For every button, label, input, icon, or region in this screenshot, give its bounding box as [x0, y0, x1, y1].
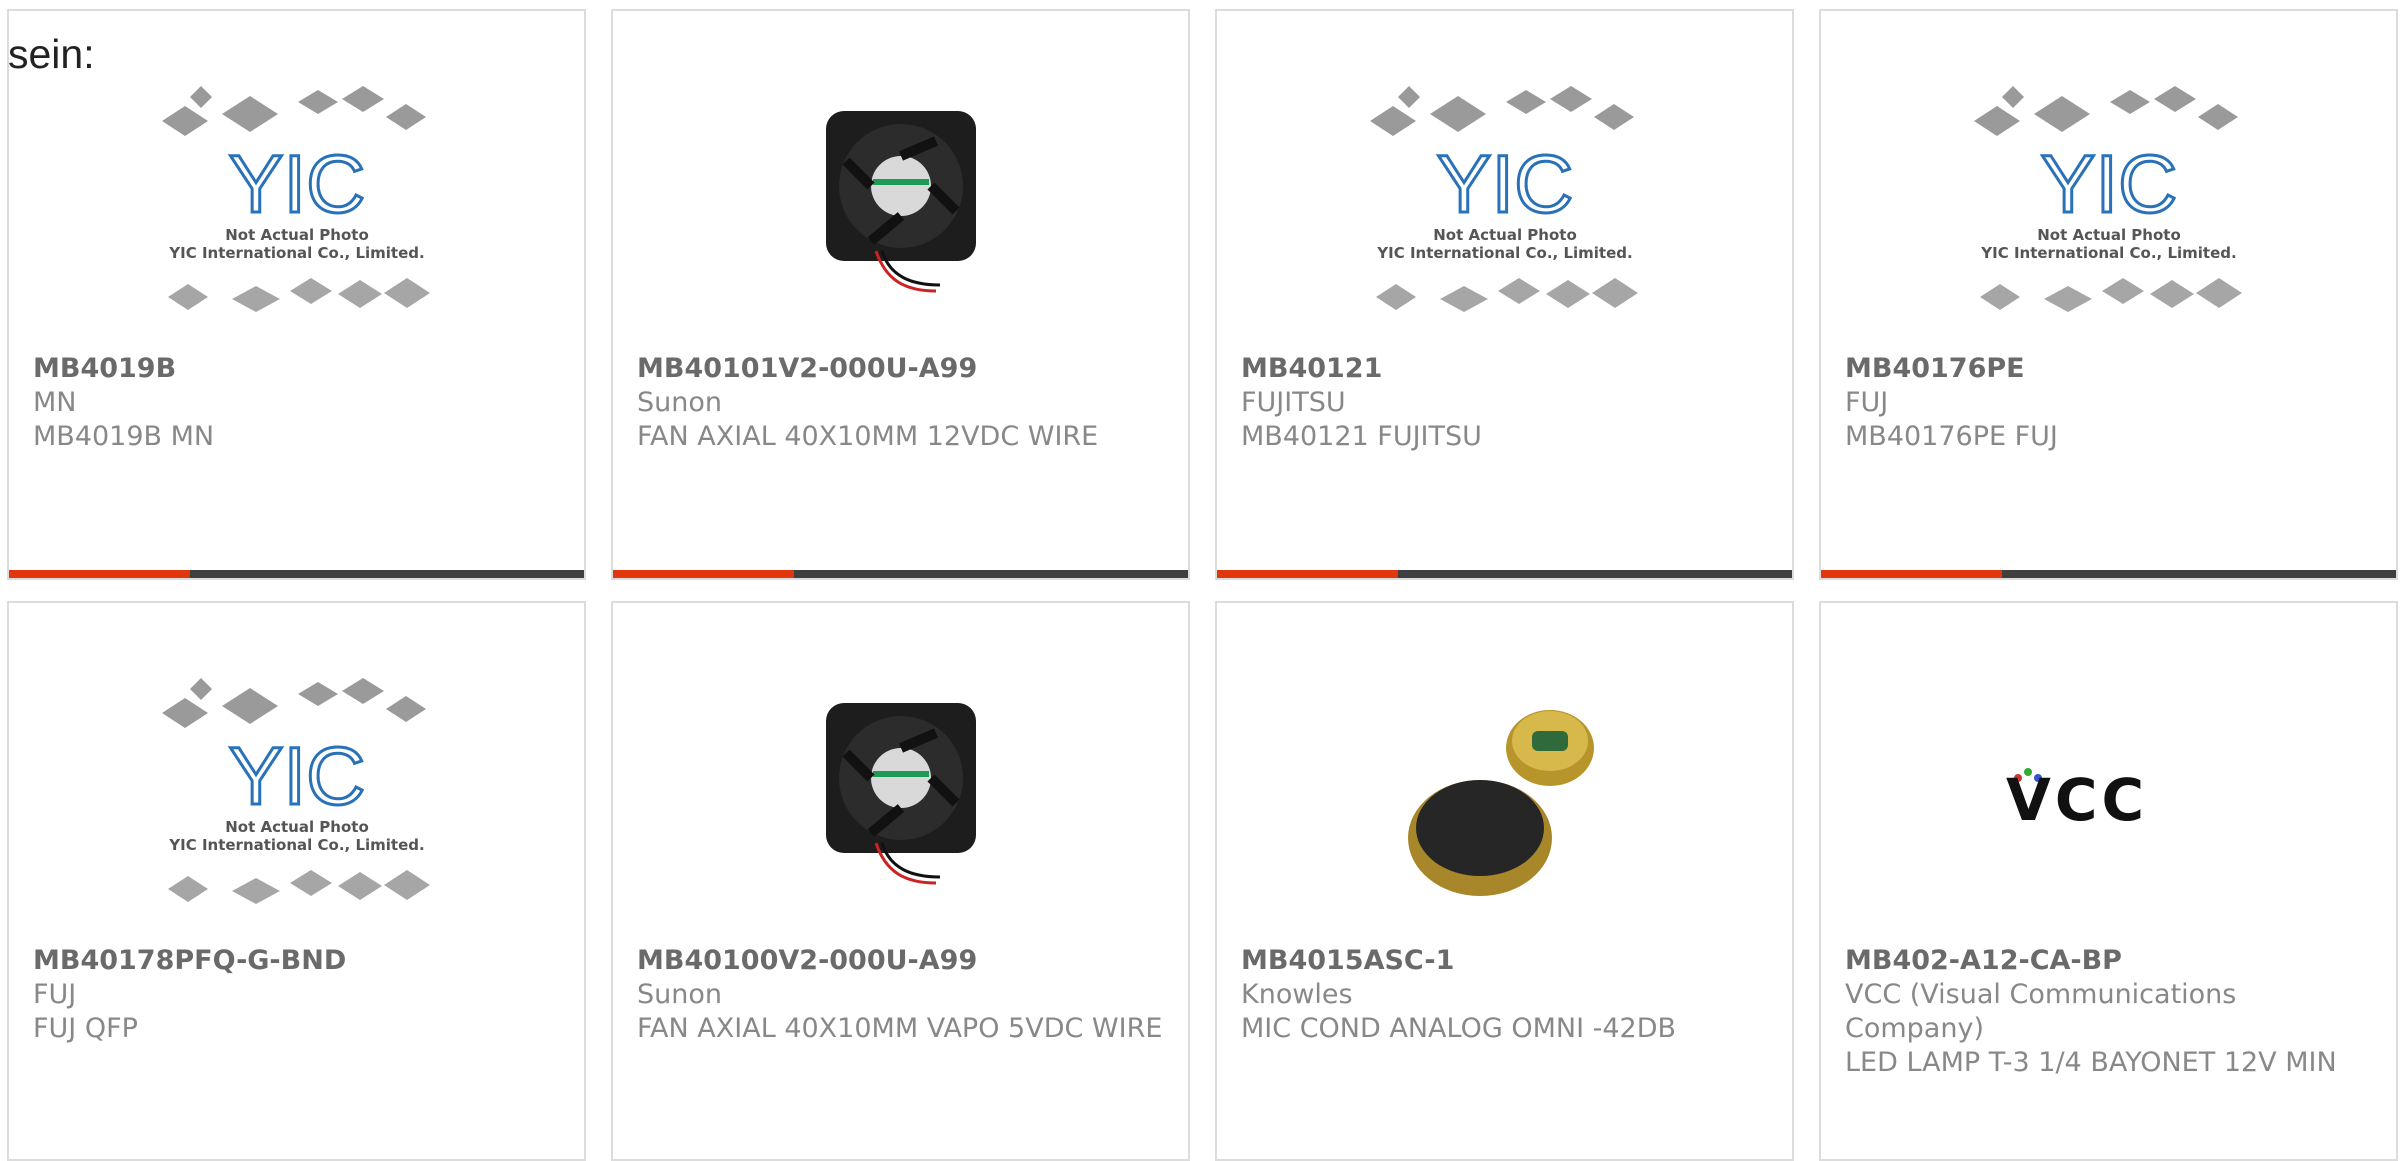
manufacturer: VCC (Visual Communications Company) — [1845, 979, 2237, 1044]
svg-text:YIC: YIC — [1436, 139, 1573, 230]
part-number[interactable]: MB402-A12-CA-BP — [1845, 944, 2372, 978]
part-number[interactable]: MB4019B — [33, 352, 560, 386]
description: LED LAMP T-3 1/4 BAYONET 12V MIN — [1845, 1047, 2337, 1078]
svg-text:YIC International Co., Limited: YIC International Co., Limited. — [168, 836, 424, 854]
description: FAN AXIAL 40X10MM 12VDC WIRE — [637, 421, 1099, 452]
description: MB40121 FUJITSU — [1241, 421, 1482, 452]
card-bar — [9, 570, 584, 578]
product-image[interactable]: YIC Not Actual Photo YIC International Co.… — [9, 61, 584, 351]
product-image[interactable]: YIC Not Actual Photo YIC International Co.… — [1217, 61, 1792, 351]
svg-text:Not Actual Photo: Not Actual Photo — [2037, 226, 2181, 244]
product-card[interactable]: YIC Not Actual Photo YIC International Co.… — [7, 601, 586, 1161]
svg-text:YIC International Co., Limited: YIC International Co., Limited. — [168, 244, 424, 262]
product-card[interactable]: YIC Not Actual Photo YIC International Co.… — [1819, 9, 2398, 580]
svg-text:Not Actual Photo: Not Actual Photo — [225, 226, 369, 244]
description: MB4019B MN — [33, 421, 215, 452]
description: MIC COND ANALOG OMNI -42DB — [1241, 1013, 1677, 1044]
card-bar — [613, 570, 1188, 578]
part-number[interactable]: MB40178PFQ-G-BND — [33, 944, 560, 978]
product-image[interactable]: VCC — [1821, 653, 2396, 943]
manufacturer: FUJ — [33, 979, 77, 1010]
manufacturer: Knowles — [1241, 979, 1353, 1010]
product-image[interactable] — [1217, 653, 1792, 943]
product-card[interactable]: VCC MB402-A12-CA-BP VCC (Visual Communic… — [1819, 601, 2398, 1161]
yic-placeholder-icon: YICNot Actual PhotoYIC International Co.… — [161, 86, 430, 312]
svg-text:YIC: YIC — [2040, 139, 2177, 230]
manufacturer: Sunon — [637, 387, 722, 418]
card-bar — [1217, 570, 1792, 578]
svg-text:Not Actual Photo: Not Actual Photo — [1433, 226, 1577, 244]
svg-text:VCC: VCC — [2006, 766, 2148, 834]
part-number[interactable]: MB40121 — [1241, 352, 1768, 386]
vcc-logo-icon: VCC — [2006, 766, 2148, 834]
product-image[interactable]: YIC Not Actual Photo YIC International Co.… — [9, 653, 584, 943]
product-card[interactable]: MB4015ASC-1 Knowles MIC COND ANALOG OMNI… — [1215, 601, 1794, 1161]
product-card[interactable]: YIC Not Actual Photo YIC International Co.… — [7, 9, 586, 580]
product-grid: YIC Not Actual Photo YIC International Co.… — [7, 9, 2400, 1161]
product-card[interactable]: MB40101V2-000U-A99 Sunon FAN AXIAL 40X10… — [611, 9, 1190, 580]
part-number[interactable]: MB40101V2-000U-A99 — [637, 352, 1164, 386]
yic-placeholder-icon: YICNot Actual PhotoYIC International Co.… — [1369, 86, 1638, 312]
product-card[interactable]: YIC Not Actual Photo YIC International Co.… — [1215, 9, 1794, 580]
lead-text: sein: — [8, 31, 95, 77]
yic-placeholder-icon: YICNot Actual PhotoYIC International Co.… — [161, 678, 430, 904]
manufacturer: Sunon — [637, 979, 722, 1010]
svg-text:Not Actual Photo: Not Actual Photo — [225, 818, 369, 836]
part-number[interactable]: MB4015ASC-1 — [1241, 944, 1768, 978]
product-image[interactable] — [613, 61, 1188, 351]
svg-text:YIC International Co., Limited: YIC International Co., Limited. — [1376, 244, 1632, 262]
fan-icon — [825, 111, 976, 293]
part-number[interactable]: MB40100V2-000U-A99 — [637, 944, 1164, 978]
product-image[interactable]: YIC Not Actual Photo YIC International Co.… — [1821, 61, 2396, 351]
svg-text:YIC International Co., Limited: YIC International Co., Limited. — [1980, 244, 2236, 262]
part-number[interactable]: MB40176PE — [1845, 352, 2372, 386]
card-bar — [1821, 570, 2396, 578]
svg-text:YIC: YIC — [228, 731, 365, 822]
description: FAN AXIAL 40X10MM VAPO 5VDC WIRE — [637, 1013, 1163, 1044]
manufacturer: FUJITSU — [1241, 387, 1346, 418]
microphone-icon — [1407, 710, 1594, 896]
yic-placeholder-icon: YICNot Actual PhotoYIC International Co.… — [1973, 86, 2242, 312]
product-image[interactable] — [613, 653, 1188, 943]
manufacturer: MN — [33, 387, 77, 418]
description: FUJ QFP — [33, 1013, 138, 1044]
product-card[interactable]: MB40100V2-000U-A99 Sunon FAN AXIAL 40X10… — [611, 601, 1190, 1161]
fan-icon — [825, 703, 976, 885]
svg-text:YIC: YIC — [228, 139, 365, 230]
manufacturer: FUJ — [1845, 387, 1889, 418]
description: MB40176PE FUJ — [1845, 421, 2058, 452]
